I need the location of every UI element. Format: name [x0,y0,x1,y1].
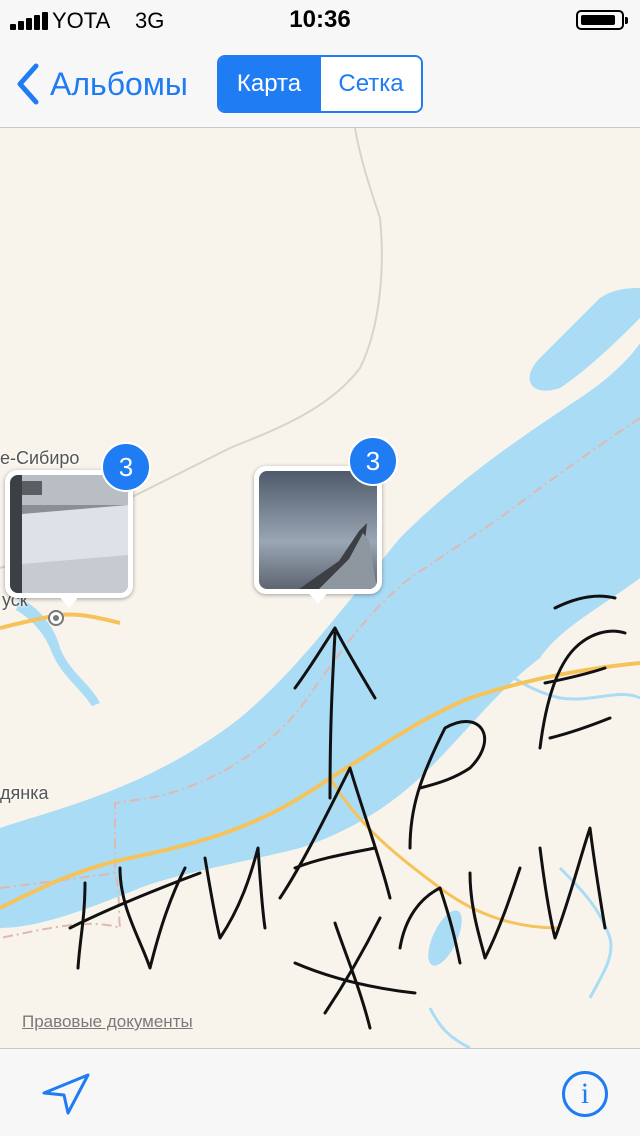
status-bar: YOTA 3G 10:36 [0,0,640,40]
photo-thumbnail [10,475,128,593]
photo-thumbnail [259,471,377,589]
pin-pointer [57,594,81,608]
lake-water [0,343,640,928]
photo-thumbnail-frame [254,466,382,594]
pin-pointer [306,590,330,604]
bottom-toolbar: i [0,1048,640,1136]
photo-count-badge: 3 [101,442,151,492]
photo-pin[interactable] [254,466,382,604]
legal-documents-link[interactable]: Правовые документы [22,1012,193,1032]
photo-count-badge: 3 [348,436,398,486]
back-button-label: Альбомы [50,65,188,102]
back-button[interactable]: Альбомы [14,62,188,106]
city-label-bottom: дянка [0,783,49,803]
location-arrow-icon[interactable] [40,1071,92,1117]
photo-pin[interactable] [5,470,133,608]
clock: 10:36 [289,6,351,33]
info-button[interactable]: i [562,1071,608,1117]
segment-map[interactable]: Карта [219,57,319,111]
segment-grid[interactable]: Сетка [319,57,421,111]
navigation-bar: Альбомы Карта Сетка [0,40,640,128]
view-mode-segmented-control: Карта Сетка [217,55,423,113]
map-view[interactable]: е-Сибиро уск дянка 3 3 Правовые документ… [0,128,640,1048]
city-label-top: е-Сибиро [0,448,80,468]
chevron-left-icon [17,63,39,105]
small-lake [428,910,462,966]
battery-icon [576,10,628,30]
